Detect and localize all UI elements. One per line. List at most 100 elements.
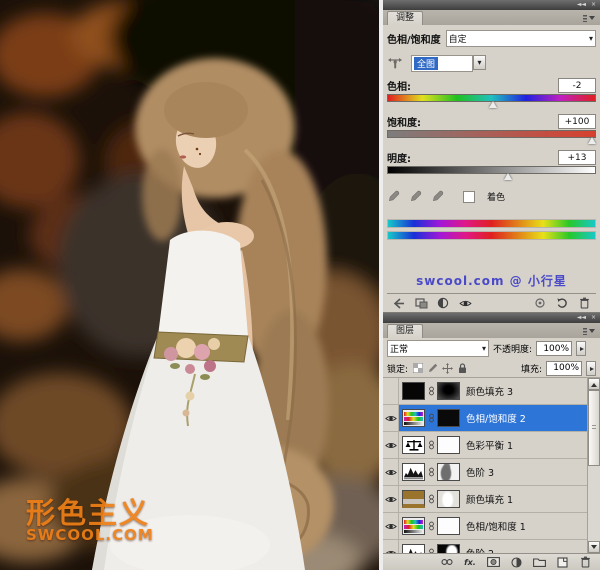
adjustments-titlebar: ◄◄ ×: [383, 0, 600, 10]
layer-row-levels-3[interactable]: 色阶 3: [383, 459, 587, 486]
layer-name: 色相/饱和度 1: [462, 519, 526, 533]
layer-row-color-fill-1[interactable]: 颜色填充 1: [383, 486, 587, 513]
lock-paint-icon[interactable]: [427, 363, 438, 374]
layer-visibility-eye-icon[interactable]: [458, 297, 472, 310]
saturation-slider-thumb[interactable]: [588, 137, 596, 144]
lock-row: 锁定: 填充: 100%: [383, 359, 600, 378]
blend-mode-value: 正常: [390, 342, 482, 355]
layer-mask-thumbnail[interactable]: [437, 490, 460, 508]
return-to-adjustment-list-icon[interactable]: [392, 297, 406, 310]
layer-mask-thumbnail[interactable]: [437, 544, 460, 553]
hue-slider-thumb[interactable]: [489, 101, 497, 108]
layer-name: 颜色填充 1: [462, 492, 513, 506]
close-panel-icon[interactable]: ×: [591, 2, 596, 8]
channel-dropdown[interactable]: 全图: [411, 55, 473, 72]
eyedropper-plus-icon[interactable]: [409, 190, 422, 203]
delete-layer-icon[interactable]: [578, 556, 592, 569]
layer-mask-thumbnail[interactable]: [437, 517, 460, 535]
layer-row-hue-saturation-2[interactable]: 色相/饱和度 2: [383, 405, 587, 432]
saturation-slider-track[interactable]: [387, 130, 596, 138]
eyedropper-minus-icon[interactable]: [431, 190, 444, 203]
visibility-toggle[interactable]: [383, 378, 399, 404]
mask-link-icon: [427, 413, 435, 423]
visibility-toggle[interactable]: [383, 459, 399, 485]
eyedropper-icon[interactable]: [387, 190, 400, 203]
layer-thumbnail[interactable]: [402, 517, 425, 535]
layer-thumbnail[interactable]: [402, 463, 425, 481]
collapse-panel-icon[interactable]: ◄◄: [577, 315, 586, 321]
visibility-toggle[interactable]: [383, 405, 399, 431]
panel-menu-icon[interactable]: [581, 327, 596, 335]
scroll-down-icon[interactable]: [588, 541, 600, 553]
opacity-slider-button[interactable]: [576, 341, 586, 356]
layer-thumbnail[interactable]: [402, 409, 425, 427]
fill-slider-button[interactable]: [586, 361, 596, 376]
lock-position-icon[interactable]: [442, 363, 453, 374]
delete-adjustment-icon[interactable]: [577, 297, 591, 310]
targeted-adjustment-icon[interactable]: [387, 56, 403, 71]
tab-adjustments[interactable]: 调整: [387, 11, 423, 25]
lightness-slider-thumb[interactable]: [504, 173, 512, 180]
layer-row-hue-saturation-1[interactable]: 色相/饱和度 1: [383, 513, 587, 540]
hue-value-input[interactable]: -2: [558, 78, 596, 93]
layer-name: 色相/饱和度 2: [462, 411, 526, 425]
layer-style-fx-icon[interactable]: fx.: [463, 556, 477, 569]
opacity-input[interactable]: 100%: [536, 341, 572, 356]
close-panel-icon[interactable]: ×: [591, 315, 596, 321]
lightness-value-input[interactable]: +13: [558, 150, 596, 165]
layer-row-color-balance-1[interactable]: 色彩平衡 1: [383, 432, 587, 459]
scroll-up-icon[interactable]: [588, 378, 600, 390]
mask-link-icon: [427, 467, 435, 477]
lock-transparency-icon[interactable]: [412, 363, 423, 374]
colorize-checkbox[interactable]: [463, 191, 475, 203]
lock-all-icon[interactable]: [457, 363, 468, 374]
layer-mask-thumbnail[interactable]: [437, 463, 460, 481]
visibility-toggle[interactable]: [383, 513, 399, 539]
colorize-label: 着色: [487, 190, 505, 203]
fill-label: 填充:: [521, 362, 542, 375]
photo-canvas[interactable]: 形色主义 SWCOOL.COM: [0, 0, 379, 570]
clip-to-layer-icon[interactable]: [436, 297, 450, 310]
channel-dropdown-arrow[interactable]: ▾: [473, 55, 486, 70]
fill-input[interactable]: 100%: [546, 361, 582, 376]
add-layer-mask-icon[interactable]: [486, 556, 500, 569]
chevron-down-icon: ▾: [589, 34, 593, 43]
layers-scrollbar[interactable]: [587, 378, 600, 553]
view-previous-state-icon[interactable]: [533, 297, 547, 310]
new-group-icon[interactable]: [532, 556, 546, 569]
reset-icon[interactable]: [555, 297, 569, 310]
layer-row-levels-2[interactable]: 色阶 2: [383, 540, 587, 553]
new-layer-icon[interactable]: [555, 556, 569, 569]
layer-row-color-fill-3[interactable]: 颜色填充 3: [383, 378, 587, 405]
visibility-toggle[interactable]: [383, 432, 399, 458]
layers-titlebar: ◄◄ ×: [383, 313, 600, 323]
new-adjustment-layer-icon[interactable]: [509, 556, 523, 569]
blend-mode-dropdown[interactable]: 正常 ▾: [387, 340, 489, 357]
expanded-view-icon[interactable]: [414, 297, 428, 310]
layer-thumbnail[interactable]: [402, 436, 425, 454]
lightness-slider-track[interactable]: [387, 166, 596, 174]
visibility-toggle[interactable]: [383, 540, 399, 553]
saturation-value-input[interactable]: +100: [558, 114, 596, 129]
panel-menu-icon[interactable]: [581, 14, 596, 22]
collapse-panel-icon[interactable]: ◄◄: [577, 2, 586, 8]
blend-mode-row: 正常 ▾ 不透明度: 100%: [383, 338, 600, 359]
layer-thumbnail[interactable]: [402, 544, 425, 553]
mask-link-icon: [427, 386, 435, 396]
scrollbar-thumb[interactable]: [588, 390, 600, 466]
layer-thumbnail[interactable]: [402, 490, 425, 508]
adjusted-spectrum-bar: [387, 231, 596, 240]
layer-thumbnail[interactable]: [402, 382, 425, 400]
tab-layers[interactable]: 图层: [387, 324, 423, 338]
preset-dropdown[interactable]: 自定 ▾: [446, 30, 596, 47]
layer-name: 色彩平衡 1: [462, 438, 513, 452]
layer-mask-thumbnail[interactable]: [437, 409, 460, 427]
link-layers-icon[interactable]: [440, 556, 454, 569]
layer-mask-thumbnail[interactable]: [437, 382, 460, 400]
layer-name: 色阶 2: [462, 546, 494, 553]
saturation-label: 饱和度:: [387, 114, 421, 129]
visibility-toggle[interactable]: [383, 486, 399, 512]
mask-link-icon: [427, 548, 435, 553]
layer-mask-thumbnail[interactable]: [437, 436, 460, 454]
hue-slider-group: 色相: -2: [387, 78, 596, 108]
